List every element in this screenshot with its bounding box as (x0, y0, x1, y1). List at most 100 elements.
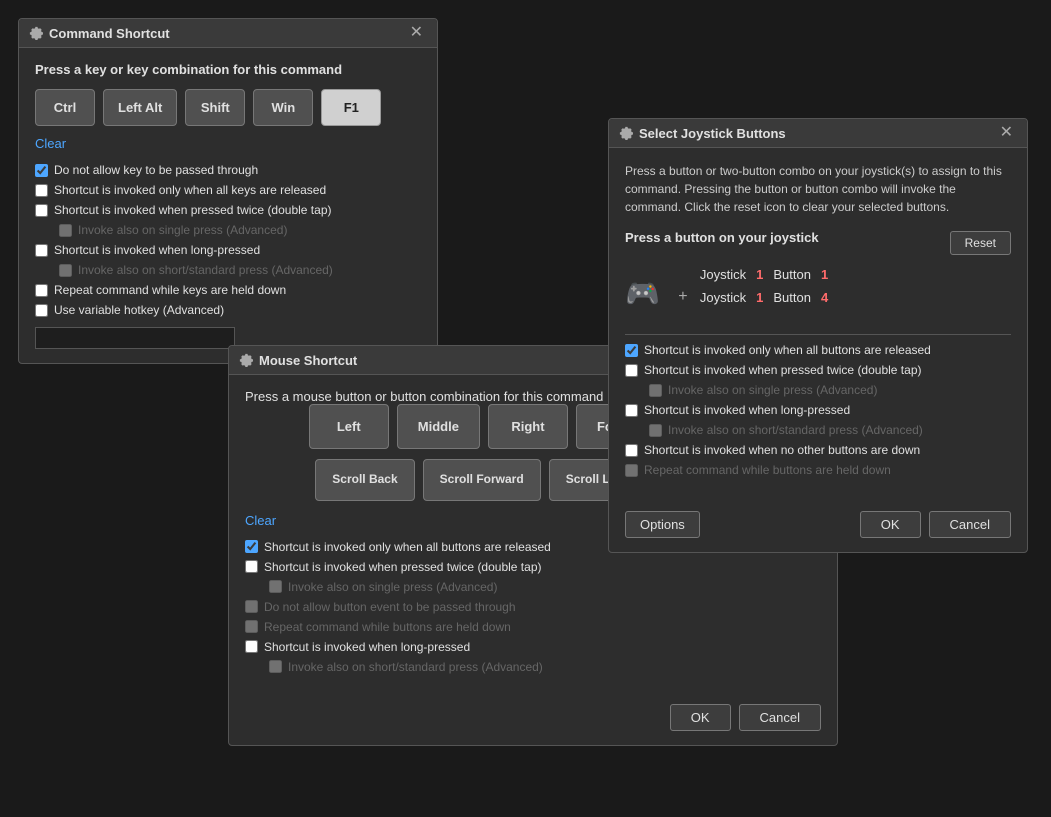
cmd-text-input[interactable] (35, 327, 235, 349)
cmd-cb8-checkbox[interactable] (35, 304, 48, 317)
key-f1[interactable]: F1 (321, 89, 381, 126)
mouse-cb2-row: Shortcut is invoked when pressed twice (… (245, 560, 821, 574)
joy-prompt: Press a button on your joystick (625, 230, 819, 245)
cmd-cb1-row: Do not allow key to be passed through (35, 163, 421, 177)
cmd-cb4-row: Invoke also on single press (Advanced) (59, 223, 421, 237)
joy-num-2: 1 (756, 290, 763, 305)
cmd-cb2-checkbox[interactable] (35, 184, 48, 197)
cmd-cb1-checkbox[interactable] (35, 164, 48, 177)
joy-assignments-list: Joystick 1 Button 1 + Joystick 1 Button … (666, 267, 828, 306)
mouse-cb2-checkbox[interactable] (245, 560, 258, 573)
joy-cb5-label: Invoke also on short/standard press (Adv… (668, 423, 923, 437)
cmd-key-buttons: Ctrl Left Alt Shift Win F1 (35, 89, 421, 126)
joy-cb4-label: Shortcut is invoked when long-pressed (644, 403, 850, 417)
key-shift[interactable]: Shift (185, 89, 245, 126)
cmd-cb4-label: Invoke also on single press (Advanced) (78, 223, 287, 237)
mouse-middle-button[interactable]: Middle (397, 404, 480, 449)
mouse-cb3-label: Invoke also on single press (Advanced) (288, 580, 497, 594)
cmd-cb8-row: Use variable hotkey (Advanced) (35, 303, 421, 317)
joy-gear-icon (619, 126, 633, 140)
cmd-prompt: Press a key or key combination for this … (35, 62, 421, 77)
cmd-close-button[interactable]: ✕ (406, 25, 427, 41)
mouse-cb3-row: Invoke also on single press (Advanced) (269, 580, 821, 594)
joy-btn-num-1: 1 (821, 267, 828, 282)
joy-label-1: Joystick (700, 267, 746, 282)
mouse-cb6-row: Shortcut is invoked when long-pressed (245, 640, 821, 654)
joy-cb6-row: Shortcut is invoked when no other button… (625, 443, 1011, 457)
key-win[interactable]: Win (253, 89, 313, 126)
joy-cb4-row: Shortcut is invoked when long-pressed (625, 403, 1011, 417)
mouse-right-button[interactable]: Right (488, 404, 568, 449)
joy-btn-label-2: Button (773, 290, 811, 305)
gear-icon (29, 26, 43, 40)
mouse-cancel-button[interactable]: Cancel (739, 704, 821, 731)
cmd-clear-link[interactable]: Clear (35, 136, 66, 151)
joy-options-button[interactable]: Options (625, 511, 700, 538)
cmd-content: Press a key or key combination for this … (19, 48, 437, 363)
cmd-cb7-checkbox[interactable] (35, 284, 48, 297)
cmd-cb5-label: Shortcut is invoked when long-pressed (54, 243, 260, 257)
cmd-titlebar: Command Shortcut ✕ (19, 19, 437, 48)
joy-header-row: Press a button on your joystick Reset (625, 230, 1011, 255)
joy-num-1: 1 (756, 267, 763, 282)
key-leftalt[interactable]: Left Alt (103, 89, 177, 126)
key-ctrl[interactable]: Ctrl (35, 89, 95, 126)
cmd-cb3-checkbox[interactable] (35, 204, 48, 217)
cmd-cb3-label: Shortcut is invoked when pressed twice (… (54, 203, 331, 217)
joy-cb1-row: Shortcut is invoked only when all button… (625, 343, 1011, 357)
cmd-cb6-label: Invoke also on short/standard press (Adv… (78, 263, 333, 277)
cmd-cb2-label: Shortcut is invoked only when all keys a… (54, 183, 326, 197)
joy-ok-button[interactable]: OK (860, 511, 921, 538)
joy-ok-cancel: OK Cancel (860, 511, 1011, 538)
joy-options: Shortcut is invoked only when all button… (625, 343, 1011, 477)
joy-close-button[interactable]: ✕ (996, 125, 1017, 141)
joy-cb7-label: Repeat command while buttons are held do… (644, 463, 891, 477)
cmd-cb8-label: Use variable hotkey (Advanced) (54, 303, 224, 317)
joy-cb3-row: Invoke also on single press (Advanced) (649, 383, 1011, 397)
joy-btn-label-1: Button (773, 267, 811, 282)
mouse-cb6-checkbox[interactable] (245, 640, 258, 653)
cmd-cb7-label: Repeat command while keys are held down (54, 283, 286, 297)
joy-separator (625, 334, 1011, 335)
joy-cb7-checkbox (625, 464, 638, 477)
cmd-title: Command Shortcut (29, 26, 170, 41)
mouse-footer: OK Cancel (229, 694, 837, 745)
joy-cb3-checkbox (649, 384, 662, 397)
mouse-cb4-row: Do not allow button event to be passed t… (245, 600, 821, 614)
mouse-clear-link[interactable]: Clear (245, 513, 276, 528)
joy-cb2-checkbox[interactable] (625, 364, 638, 377)
joy-cancel-button[interactable]: Cancel (929, 511, 1011, 538)
mouse-cb2-label: Shortcut is invoked when pressed twice (… (264, 560, 541, 574)
joy-reset-button[interactable]: Reset (950, 231, 1011, 255)
joy-row-1: Joystick 1 Button 1 (676, 267, 828, 282)
joy-cb7-row: Repeat command while buttons are held do… (625, 463, 1011, 477)
mouse-cb5-row: Repeat command while buttons are held do… (245, 620, 821, 634)
mouse-left-button[interactable]: Left (309, 404, 389, 449)
joy-label-2: Joystick (700, 290, 746, 305)
joy-description: Press a button or two-button combo on yo… (625, 162, 1011, 216)
joy-cb1-checkbox[interactable] (625, 344, 638, 357)
joy-cb5-row: Invoke also on short/standard press (Adv… (649, 423, 1011, 437)
mouse-cb1-checkbox[interactable] (245, 540, 258, 553)
scroll-forward-button[interactable]: Scroll Forward (423, 459, 541, 501)
joy-footer: Options OK Cancel (609, 501, 1027, 552)
mouse-cb7-row: Invoke also on short/standard press (Adv… (269, 660, 821, 674)
cmd-cb2-row: Shortcut is invoked only when all keys a… (35, 183, 421, 197)
joy-row-2: + Joystick 1 Button 4 (676, 288, 828, 306)
mouse-ok-button[interactable]: OK (670, 704, 731, 731)
cmd-cb4-checkbox (59, 224, 72, 237)
joy-cb6-checkbox[interactable] (625, 444, 638, 457)
cmd-cb7-row: Repeat command while keys are held down (35, 283, 421, 297)
cmd-cb6-row: Invoke also on short/standard press (Adv… (59, 263, 421, 277)
mouse-cb4-checkbox (245, 600, 258, 613)
joy-cb1-label: Shortcut is invoked only when all button… (644, 343, 931, 357)
scroll-back-button[interactable]: Scroll Back (315, 459, 414, 501)
joy-assignments-area: 🎮 Joystick 1 Button 1 + Joystick 1 Butto… (625, 267, 1011, 320)
joy-cb6-label: Shortcut is invoked when no other button… (644, 443, 920, 457)
joystick-dialog: Select Joystick Buttons ✕ Press a button… (608, 118, 1028, 553)
mouse-cb7-label: Invoke also on short/standard press (Adv… (288, 660, 543, 674)
cmd-cb5-checkbox[interactable] (35, 244, 48, 257)
joy-cb4-checkbox[interactable] (625, 404, 638, 417)
mouse-cb6-label: Shortcut is invoked when long-pressed (264, 640, 470, 654)
joy-cb2-label: Shortcut is invoked when pressed twice (… (644, 363, 921, 377)
